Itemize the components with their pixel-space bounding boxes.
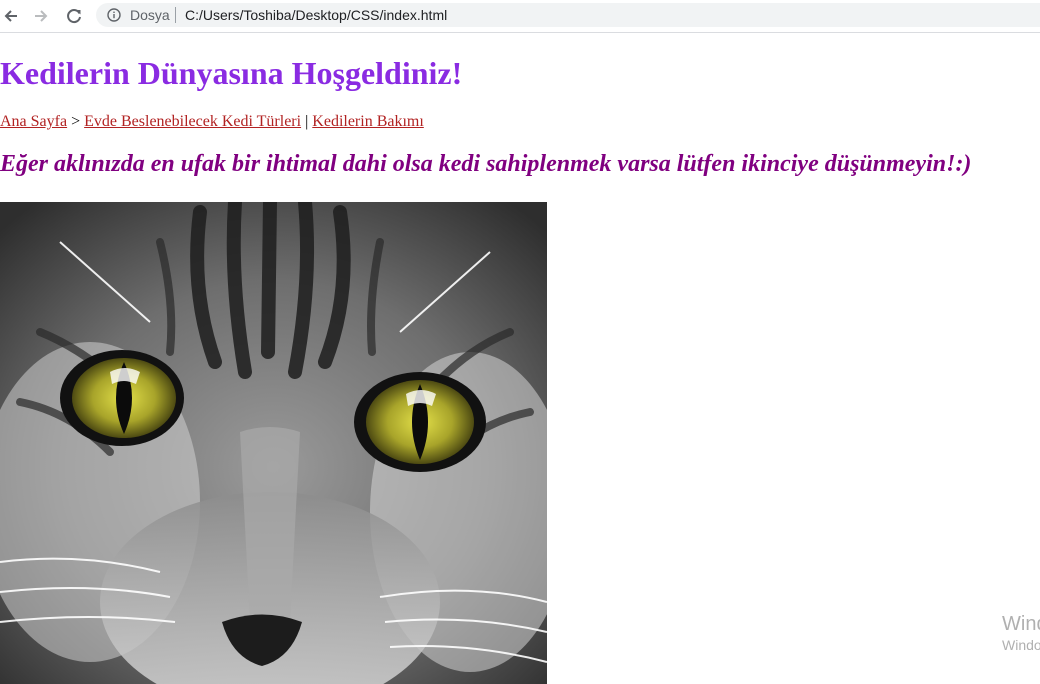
address-bar[interactable]: Dosya C:/Users/Toshiba/Desktop/CSS/index… (96, 3, 1040, 27)
back-arrow-icon (4, 10, 17, 22)
site-label: Dosya (130, 7, 170, 23)
breadcrumb-arrow: > (67, 113, 85, 130)
breadcrumb-divider: | (301, 113, 313, 130)
browser-toolbar: Dosya C:/Users/Toshiba/Desktop/CSS/index… (0, 0, 1040, 33)
page-subtitle: Eğer aklınızda en ufak bir ihtimal dahi … (0, 151, 972, 177)
breeds-link[interactable]: Evde Beslenebilecek Kedi Türleri (84, 113, 301, 130)
forward-arrow-icon (35, 10, 48, 22)
windows-activation-watermark: Wind Windo (1002, 612, 1040, 654)
info-icon[interactable] (107, 8, 121, 22)
watermark-line-1: Wind (1002, 613, 1040, 635)
address-separator (175, 7, 176, 23)
cat-photo (0, 202, 547, 684)
care-link[interactable]: Kedilerin Bakımı (312, 113, 424, 130)
breadcrumb: Ana Sayfa > Evde Beslenebilecek Kedi Tür… (0, 113, 424, 131)
back-button[interactable] (0, 5, 22, 27)
watermark-line-2: Windo (1002, 637, 1040, 653)
reload-button[interactable] (63, 5, 85, 27)
home-link[interactable]: Ana Sayfa (0, 113, 67, 130)
page-title: Kedilerin Dünyasına Hoşgeldiniz! (0, 55, 463, 91)
url-text[interactable]: C:/Users/Toshiba/Desktop/CSS/index.html (185, 7, 447, 23)
reload-icon (67, 9, 81, 24)
forward-button[interactable] (30, 5, 52, 27)
